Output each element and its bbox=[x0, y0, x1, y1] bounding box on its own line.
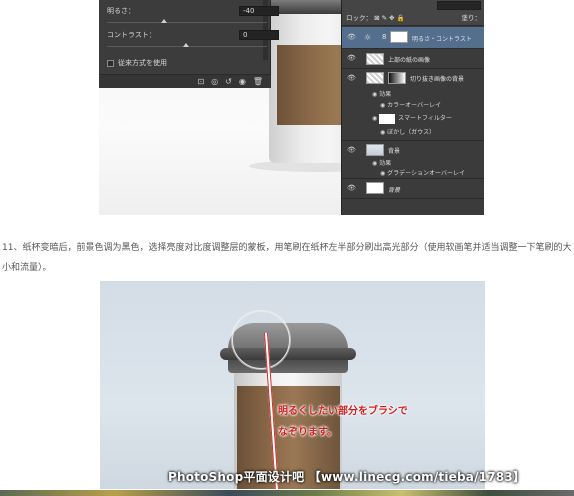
lock-label: ロック： ⊠ ✎ ✥ 🔒 bbox=[346, 14, 405, 22]
reset-icon[interactable]: ↺ bbox=[225, 77, 232, 86]
layer-name: 背景 bbox=[388, 187, 401, 194]
layer-mask-thumbnail[interactable] bbox=[388, 72, 406, 84]
eye-icon[interactable]: 👁 bbox=[347, 74, 356, 82]
layers-panel: ロック： ⊠ ✎ ✥ 🔒 塗り： 👁 ☼ 8 明るさ・コントラスト 👁 上部の紙… bbox=[341, 0, 484, 215]
legacy-label: 従来方式を使用 bbox=[118, 59, 167, 67]
layer-name: 切り抜き画像の背景 bbox=[410, 76, 465, 83]
brightness-label: 明るさ： bbox=[107, 7, 135, 15]
effects-label: ◉ 効果 bbox=[372, 91, 392, 98]
properties-toolbar: ⊡ ◎ ↺ ◉ 🗑 bbox=[99, 74, 271, 88]
eye-icon[interactable]: 👁 bbox=[347, 54, 356, 62]
photoshop-screenshot-top: 明るさ： -40 コントラスト： 0 従来方式を使用 ⊡ ◎ ↺ ◉ 🗑 ロック… bbox=[99, 0, 484, 215]
layer-brightness-contrast[interactable]: 👁 ☼ 8 明るさ・コントラスト bbox=[342, 27, 484, 49]
contrast-label: コントラスト： bbox=[107, 31, 156, 39]
link-icon: 8 bbox=[382, 33, 387, 41]
brush-cursor bbox=[232, 311, 290, 369]
annotation-callout: 明るくしたい部分をブラシで なぞります。 bbox=[278, 401, 408, 443]
properties-panel: 明るさ： -40 コントラスト： 0 従来方式を使用 ⊡ ◎ ↺ ◉ 🗑 bbox=[99, 0, 279, 88]
trash-icon[interactable]: 🗑 bbox=[253, 77, 263, 86]
brightness-slider-thumb[interactable] bbox=[161, 19, 167, 23]
contrast-input[interactable]: 0 bbox=[239, 30, 279, 40]
layer-background-fill[interactable]: 👁 背景 ◉ 効果 ◉ グラデーションオーバーレイ bbox=[342, 141, 484, 179]
clip-to-layer-icon[interactable]: ⊡ bbox=[197, 77, 204, 86]
eye-icon[interactable]: 👁 bbox=[347, 146, 356, 154]
contrast-row: コントラスト： bbox=[107, 30, 197, 40]
filter-item[interactable]: ◉ ぼかし（ガウス） bbox=[380, 127, 435, 136]
layer-cutout-background[interactable]: 👁 切り抜き画像の背景 ◉ 効果 ◉ カラーオーバーレイ ◉ スマートフィルター… bbox=[342, 69, 484, 141]
layer-mask-thumbnail[interactable] bbox=[390, 31, 408, 43]
brightness-slider[interactable] bbox=[107, 22, 267, 23]
layer-thumbnail bbox=[366, 53, 384, 65]
layer-name: 背景 bbox=[388, 148, 401, 155]
layer-thumbnail bbox=[366, 144, 384, 156]
eye-icon[interactable]: 👁 bbox=[347, 33, 356, 41]
photoshop-screenshot-bottom: 明るくしたい部分をブラシで なぞります。 bbox=[100, 281, 485, 489]
opacity-field[interactable] bbox=[437, 1, 481, 10]
bottom-image-strip bbox=[0, 490, 574, 496]
brightness-input[interactable]: -40 bbox=[239, 6, 279, 16]
layer-name: 明るさ・コントラスト bbox=[412, 36, 472, 43]
contrast-slider-thumb[interactable] bbox=[183, 43, 189, 47]
eye-icon[interactable]: ◉ bbox=[239, 77, 246, 86]
eye-icon[interactable]: 👁 bbox=[347, 184, 356, 192]
legacy-row: 従来方式を使用 bbox=[107, 58, 167, 68]
legacy-checkbox[interactable] bbox=[107, 59, 114, 67]
layers-lock-bar: ロック： ⊠ ✎ ✥ 🔒 塗り： bbox=[342, 0, 484, 26]
callout-line-2: なぞります。 bbox=[278, 427, 337, 438]
effects-label: ◉ 効果 bbox=[372, 160, 392, 167]
effect-item[interactable]: ◉ グラデーションオーバーレイ bbox=[380, 168, 465, 177]
visibility-icon[interactable]: ◎ bbox=[211, 77, 218, 86]
layer-name: 上部の紙の画像 bbox=[388, 57, 431, 64]
adjustment-icon: ☼ bbox=[364, 33, 372, 42]
smart-filter-row[interactable]: ◉ スマートフィルター bbox=[372, 113, 452, 124]
layer-thumbnail bbox=[366, 182, 384, 194]
fill-label: 塗り： bbox=[461, 14, 482, 22]
watermark-text: PhotoShop平面设计吧 【www.linecg.com/tieba/178… bbox=[168, 470, 526, 484]
effect-item[interactable]: ◉ カラーオーバーレイ bbox=[380, 100, 441, 109]
layer-thumbnail bbox=[366, 72, 384, 84]
layer-background[interactable]: 👁 背景 bbox=[342, 179, 484, 199]
callout-line-1: 明るくしたい部分をブラシで bbox=[278, 406, 408, 417]
step-instruction: 11、纸杯变暗后，前景色调为黑色，选择亮度对比度调整层的蒙板，用笔刷在纸杯左半部… bbox=[2, 243, 572, 273]
layer-top-paper-image[interactable]: 👁 上部の紙の画像 bbox=[342, 49, 484, 69]
brightness-row: 明るさ： bbox=[107, 6, 197, 16]
